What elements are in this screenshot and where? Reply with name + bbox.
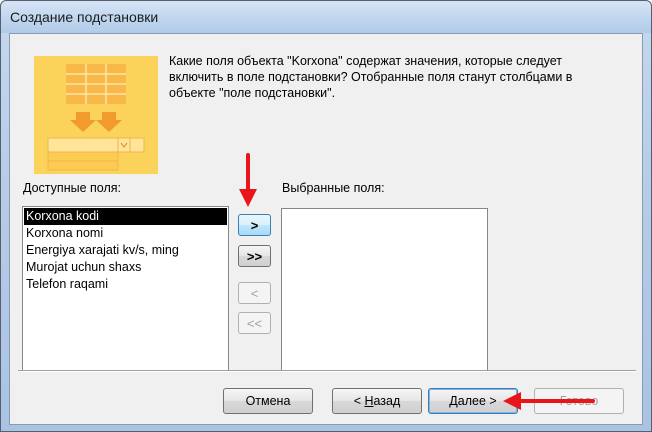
- selected-fields-list[interactable]: [281, 208, 488, 371]
- list-item[interactable]: Murojat uchun shaxs: [24, 259, 227, 276]
- available-fields-list[interactable]: Korxona kodi Korxona nomi Energiya xaraj…: [22, 206, 229, 372]
- annotation-arrow-left-icon: [503, 392, 595, 410]
- list-item[interactable]: Korxona kodi: [24, 208, 227, 225]
- list-item[interactable]: Korxona nomi: [24, 225, 227, 242]
- add-all-fields-button[interactable]: >>: [238, 245, 271, 267]
- next-button-label: алее >: [457, 394, 497, 408]
- remove-field-button[interactable]: <: [238, 282, 271, 304]
- next-button-accesskey: Д: [449, 394, 458, 408]
- add-field-button[interactable]: >: [238, 214, 271, 236]
- back-button-prefix: <: [353, 394, 365, 408]
- selected-fields-label: Выбранные поля:: [282, 181, 385, 195]
- back-button-label: азад: [373, 394, 401, 408]
- cancel-button[interactable]: Отмена: [223, 388, 313, 414]
- footer-divider: [18, 370, 636, 372]
- back-button[interactable]: < Назад: [332, 388, 422, 414]
- list-item[interactable]: Telefon raqami: [24, 276, 227, 293]
- available-fields-label: Доступные поля:: [23, 181, 121, 195]
- title-bar[interactable]: Создание подстановки: [1, 1, 651, 33]
- window-title: Создание подстановки: [10, 9, 159, 25]
- dialog-body: Какие поля объекта "Korxona" содержат зн…: [9, 33, 643, 425]
- cancel-button-label: Отмена: [245, 394, 291, 408]
- annotation-arrow-down-icon: [239, 153, 257, 207]
- back-button-accesskey: Н: [364, 394, 374, 408]
- dialog-window: Создание подстановки Какие поля объекта …: [0, 0, 652, 432]
- lookup-wizard-illustration-icon: [34, 56, 158, 174]
- remove-all-fields-button[interactable]: <<: [238, 312, 271, 334]
- wizard-description: Какие поля объекта "Korxona" содержат зн…: [169, 54, 573, 100]
- list-item[interactable]: Energiya xarajati kv/s, ming: [24, 242, 227, 259]
